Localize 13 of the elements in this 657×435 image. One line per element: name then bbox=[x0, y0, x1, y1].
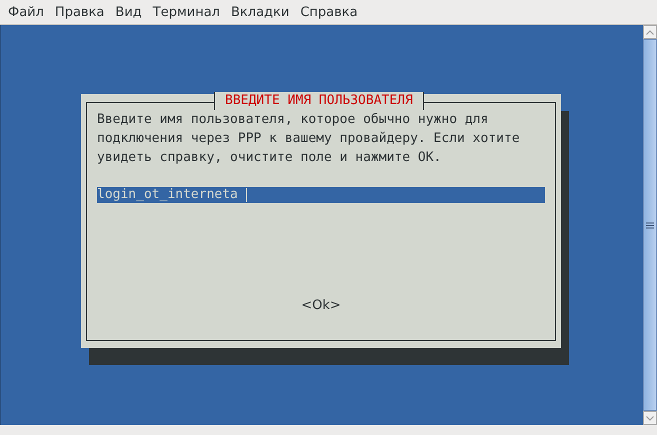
text-cursor-icon bbox=[246, 188, 247, 202]
menu-item[interactable]: Файл bbox=[6, 4, 53, 20]
menu-item[interactable]: Вид bbox=[113, 4, 151, 20]
username-input-field[interactable]: login_ot_interneta bbox=[97, 187, 545, 203]
menu-item[interactable]: Вкладки bbox=[229, 4, 298, 20]
dialog-title: ВВЕДИТЕ ИМЯ ПОЛЬЗОВАТЕЛЯ bbox=[214, 92, 424, 110]
menu-item[interactable]: Правка bbox=[52, 4, 114, 20]
menu-item[interactable]: Терминал bbox=[150, 4, 229, 20]
scroll-down-icon[interactable] bbox=[643, 411, 657, 425]
ok-button[interactable]: <Ok> bbox=[301, 296, 341, 315]
menu-item[interactable]: Справка bbox=[298, 4, 367, 20]
dialog-message: Введите имя пользователя, которое обычно нужно для подключения через PPP к вашему провайдеру. Если хотите увидеть справку, очистите поле и нажмите OK. bbox=[97, 111, 521, 167]
scroll-up-icon[interactable] bbox=[643, 25, 657, 39]
